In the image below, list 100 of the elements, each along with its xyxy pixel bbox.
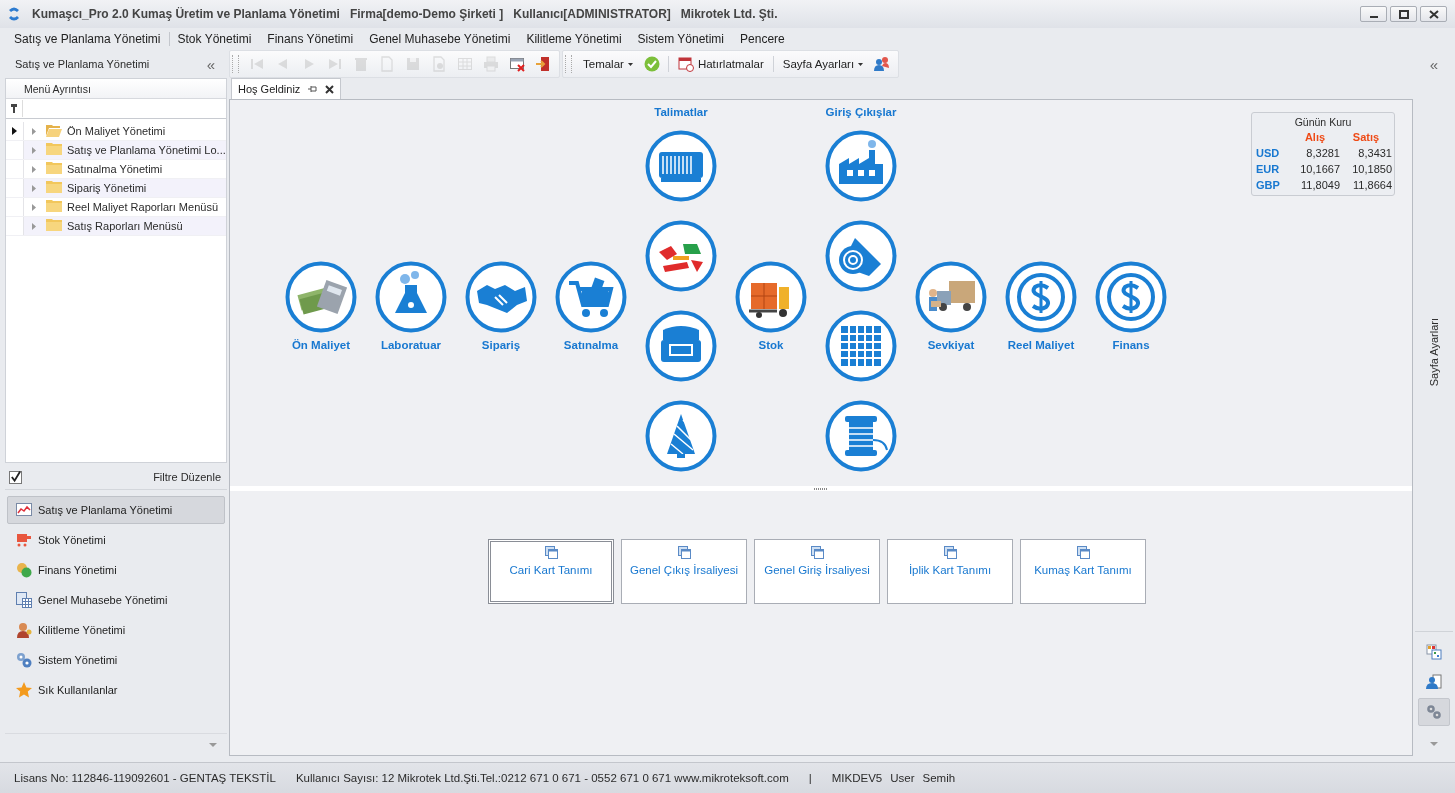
nav-item[interactable]: Genel Muhasebe Yönetimi: [7, 586, 225, 614]
expand-icon[interactable]: [32, 184, 36, 192]
dollar-icon: [1005, 260, 1077, 333]
rate-value: 10,1667: [1299, 163, 1340, 175]
panel-title: Günün Kuru: [1293, 116, 1353, 130]
shortcut-button[interactable]: Genel Giriş İrsaliyesi: [754, 539, 880, 604]
module-button[interactable]: Sipariş: [456, 234, 546, 352]
rate-value: 8,3281: [1305, 147, 1340, 159]
reminders-button[interactable]: Hatırlatmalar: [672, 53, 769, 75]
folder-icon: [46, 200, 62, 212]
nav-item[interactable]: Sistem Yönetimi: [7, 646, 225, 674]
expand-icon[interactable]: [32, 203, 36, 211]
panel-title: Sayfa Ayarları: [1428, 317, 1440, 387]
window-icon: [943, 546, 957, 559]
maximize-icon: [1397, 8, 1410, 20]
collapse-button[interactable]: «: [204, 55, 217, 73]
separator: |: [808, 772, 812, 784]
module-button[interactable]: Stok: [726, 234, 816, 352]
module-button[interactable]: Sevkiyat: [906, 234, 996, 352]
spreadsheet-icon: [16, 592, 32, 608]
money-calculator-icon: [285, 260, 357, 333]
pin-icon[interactable]: [308, 85, 318, 93]
menu-item[interactable]: Kilitleme Yönetimi: [518, 32, 630, 46]
cancel-document-icon[interactable]: [509, 56, 525, 72]
coins-icon: [16, 562, 32, 578]
tab[interactable]: Hoş Geldiniz: [231, 78, 342, 99]
shortcut-button[interactable]: Genel Çıkış İrsaliyesi: [621, 539, 747, 604]
user-key-icon: [16, 622, 32, 638]
yarn-cone-icon[interactable]: [645, 400, 717, 472]
pin-icon: [11, 104, 17, 113]
module-button[interactable]: Laboratuar: [366, 234, 456, 352]
rate-value: 8,3431: [1357, 147, 1392, 159]
shopping-cart-icon: [555, 260, 627, 333]
window-title: Mikrotek Ltd. Şti.: [680, 7, 778, 21]
status-text: Lisans No: 112846-119092601 - GENTAŞ TEKSTİL: [14, 772, 276, 784]
chart-icon: [16, 502, 32, 518]
thread-spool-icon[interactable]: [825, 400, 897, 472]
module-button[interactable]: Satınalma: [546, 234, 636, 352]
fabric-roll-icon[interactable]: [825, 220, 897, 292]
check-icon[interactable]: [643, 56, 660, 72]
minimize-icon: [1369, 16, 1378, 18]
menu-item[interactable]: Finans Yönetimi: [259, 32, 362, 46]
maximize-button[interactable]: [1390, 6, 1417, 22]
flask-icon: [375, 260, 447, 333]
caret-icon: [627, 62, 633, 66]
window-title: Firma[demo-Demo Şirketi ]: [349, 7, 504, 21]
module-button[interactable]: Reel Maliyet: [996, 234, 1086, 352]
themes-dropdown[interactable]: Temalar: [578, 53, 638, 75]
folder-icon: [46, 143, 62, 155]
splitter-grip-icon[interactable]: [814, 487, 828, 490]
factory-icon[interactable]: [825, 130, 897, 202]
dropdown-arrow-icon[interactable]: [1430, 742, 1438, 746]
nav-item[interactable]: Kilitleme Yönetimi: [7, 616, 225, 644]
status-text: Semih: [922, 772, 956, 784]
woven-fabric-icon[interactable]: [825, 310, 897, 382]
gears-icon: [16, 652, 32, 668]
open-folder-icon: [46, 123, 62, 137]
expand-icon[interactable]: [32, 165, 36, 173]
panel-title: Satış ve Planlama Yönetimi: [15, 58, 150, 70]
rate-value: 11,8664: [1352, 179, 1392, 191]
exit-door-icon[interactable]: [535, 56, 551, 72]
side-tool-button[interactable]: [1418, 698, 1450, 726]
menu-item[interactable]: Pencere: [732, 32, 793, 46]
expand-icon[interactable]: [32, 146, 36, 154]
dropdown-arrow-icon[interactable]: [209, 743, 217, 747]
users-icon[interactable]: [874, 56, 891, 72]
shortcut-button[interactable]: Kumaş Kart Tanımı: [1020, 539, 1146, 604]
expand-icon[interactable]: [32, 222, 36, 230]
fabric-pieces-icon[interactable]: [645, 220, 717, 292]
menu-item[interactable]: Satış ve Planlama Yönetimi: [6, 32, 169, 46]
tree-item[interactable]: Satınalma Yönetimi: [67, 163, 163, 175]
section-title: Giriş Çıkışlar: [825, 105, 897, 120]
nav-item[interactable]: Finans Yönetimi: [7, 556, 225, 584]
filter-label: Filtre Düzenle: [153, 471, 221, 483]
shortcut-button[interactable]: Cari Kart Tanımı: [488, 539, 614, 604]
close-icon[interactable]: [325, 84, 335, 94]
nav-item[interactable]: Satış ve Planlama Yönetimi: [7, 496, 225, 524]
page-settings-dropdown[interactable]: Sayfa Ayarları: [777, 53, 869, 75]
column-header: Menü Ayrıntısı: [24, 82, 91, 95]
column-header: Satış: [1351, 131, 1381, 143]
tree-item[interactable]: Ön Maliyet Yönetimi: [67, 125, 166, 137]
minimize-button[interactable]: [1360, 6, 1387, 22]
nav-item[interactable]: Sık Kullanılanlar: [7, 676, 225, 704]
tree-item[interactable]: Reel Maliyet Raporları Menüsü: [67, 201, 218, 213]
filter-checkbox[interactable]: [9, 470, 22, 484]
window-title: Kumaşcı_Pro 2.0 Kumaş Üretim ve Planlama Yönetimi: [32, 7, 340, 21]
menu-item[interactable]: Stok Yönetimi: [169, 32, 260, 46]
module-button[interactable]: Ön Maliyet: [276, 234, 366, 352]
expand-panel-button[interactable]: «: [1427, 56, 1441, 73]
star-icon: [16, 682, 32, 698]
shortcut-button[interactable]: İplik Kart Tanımı: [887, 539, 1013, 604]
expand-icon[interactable]: [32, 127, 36, 135]
machine-icon[interactable]: [645, 130, 717, 202]
loom-icon[interactable]: [645, 310, 717, 382]
module-button[interactable]: Finans: [1086, 234, 1176, 352]
nav-item[interactable]: Stok Yönetimi: [7, 526, 225, 554]
menu-item[interactable]: Sistem Yönetimi: [629, 32, 733, 46]
close-button[interactable]: [1420, 6, 1447, 22]
window-icon: [677, 546, 691, 559]
menu-item[interactable]: Genel Muhasebe Yönetimi: [361, 32, 519, 46]
